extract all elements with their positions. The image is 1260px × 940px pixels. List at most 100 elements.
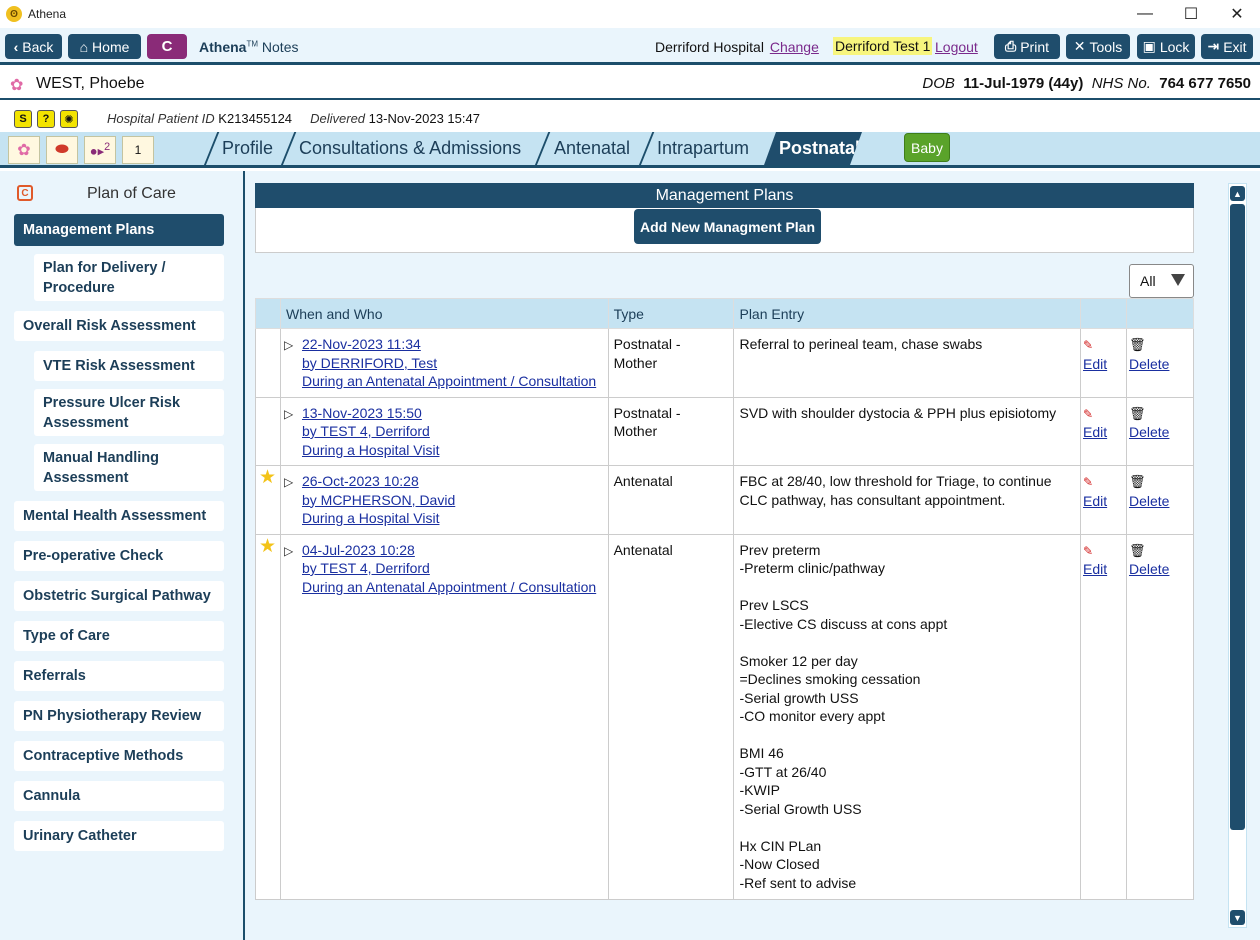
expand-triangle-icon[interactable]: ▷ — [284, 473, 293, 492]
tools-label: Tools — [1089, 38, 1123, 55]
plan-context-link[interactable]: During an Antenatal Appointment / Consul… — [302, 373, 596, 389]
plan-author-link[interactable]: by TEST 4, Derriford — [302, 560, 430, 576]
close-window-button[interactable]: ✕ — [1214, 0, 1260, 28]
edit-link[interactable]: Edit — [1083, 356, 1107, 372]
settings-badge-icon[interactable]: ✺ — [60, 110, 78, 128]
patient-ids: Hospital Patient ID K213455124 Delivered… — [107, 111, 480, 126]
filter-value: All — [1140, 273, 1156, 289]
delete-link[interactable]: Delete — [1129, 356, 1169, 372]
edit-column-header — [1080, 298, 1127, 329]
star-cell: ★ — [255, 533, 281, 900]
plan-date-link[interactable]: 04-Jul-2023 10:28 — [302, 542, 415, 558]
tab-intrapartum[interactable]: Intrapartum — [657, 132, 749, 165]
delete-cell: 🗑 Delete — [1125, 533, 1195, 900]
change-hospital-link[interactable]: Change — [770, 39, 819, 55]
pencil-icon: ✎ — [1083, 338, 1094, 352]
lock-label: Lock — [1159, 38, 1190, 55]
sidebar-item-mental-health[interactable]: Mental Health Assessment — [14, 501, 224, 531]
baby-button[interactable]: Baby — [904, 133, 950, 162]
plan-date-link[interactable]: 22-Nov-2023 11:34 — [302, 336, 421, 352]
patient-dob-nhs: DOB 11-Jul-1979 (44y) NHS No. 764 677 76… — [922, 75, 1251, 92]
tab-separator — [533, 132, 551, 168]
delete-link[interactable]: Delete — [1129, 493, 1169, 509]
sidebar-item-referrals[interactable]: Referrals — [14, 661, 224, 691]
delete-cell: 🗑 Delete — [1125, 465, 1195, 535]
lock-button[interactable]: ▣ Lock — [1137, 34, 1195, 59]
trash-icon: 🗑 — [1128, 337, 1146, 352]
tab-consultations-admissions[interactable]: Consultations & Admissions — [299, 132, 521, 165]
sidebar-item-pn-physiotherapy[interactable]: PN Physiotherapy Review — [14, 701, 224, 731]
edit-link[interactable]: Edit — [1083, 424, 1107, 440]
plan-filter-select[interactable]: All — [1129, 264, 1194, 298]
sidebar-item-pressure-ulcer[interactable]: Pressure Ulcer Risk Assessment — [34, 389, 224, 436]
home-button[interactable]: ⌂ Home — [68, 34, 141, 59]
plan-context-link[interactable]: During an Antenatal Appointment / Consul… — [302, 579, 596, 595]
medication-capsule-icon[interactable]: ⬬ — [46, 136, 78, 164]
expand-triangle-icon[interactable]: ▷ — [284, 405, 293, 424]
back-label: Back — [22, 38, 54, 55]
add-management-plan-button[interactable]: Add New Managment Plan — [634, 209, 821, 244]
logout-link[interactable]: Logout — [935, 39, 978, 55]
exit-button[interactable]: ⇥ Exit — [1201, 34, 1253, 59]
alert-s-icon[interactable]: S — [14, 110, 32, 128]
print-button[interactable]: ⎙ Print — [994, 34, 1060, 59]
edit-link[interactable]: Edit — [1083, 561, 1107, 577]
star-icon[interactable]: ★ — [259, 467, 276, 488]
sidebar-item-manual-handling[interactable]: Manual Handling Assessment — [34, 444, 224, 491]
scroll-down-icon[interactable]: ▼ — [1230, 910, 1245, 925]
hospital-info: Derriford Hospital Change — [655, 39, 819, 55]
edit-link[interactable]: Edit — [1083, 493, 1107, 509]
window-title: Athena — [28, 7, 67, 21]
window-titlebar: ʘ Athena — ☐ ✕ — [0, 0, 1260, 28]
expand-triangle-icon[interactable]: ▷ — [284, 336, 293, 355]
patient-name: WEST, Phoebe — [36, 75, 145, 92]
back-button[interactable]: ‹ Back — [5, 34, 62, 59]
sidebar-item-pre-operative[interactable]: Pre-operative Check — [14, 541, 224, 571]
delete-link[interactable]: Delete — [1129, 424, 1169, 440]
sidebar-item-plan-for-delivery[interactable]: Plan for Delivery / Procedure — [34, 254, 224, 301]
note-counter-icon[interactable]: 1 — [122, 136, 154, 164]
plan-author-link[interactable]: by MCPHERSON, David — [302, 492, 455, 508]
people-counter-icon[interactable]: ●▸2 — [84, 136, 116, 164]
expand-triangle-icon[interactable]: ▷ — [284, 542, 293, 561]
type-cell: Antenatal — [607, 533, 735, 900]
sidebar-item-vte-risk[interactable]: VTE Risk Assessment — [34, 351, 224, 381]
minimize-button[interactable]: — — [1122, 0, 1168, 28]
sidebar-item-type-of-care[interactable]: Type of Care — [14, 621, 224, 651]
plan-author-link[interactable]: by DERRIFORD, Test — [302, 355, 437, 371]
plan-author-link[interactable]: by TEST 4, Derriford — [302, 423, 430, 439]
plan-context-link[interactable]: During a Hospital Visit — [302, 510, 439, 526]
c-button[interactable]: C — [147, 34, 187, 59]
delete-link[interactable]: Delete — [1129, 561, 1169, 577]
tab-separator — [202, 132, 220, 168]
tab-antenatal[interactable]: Antenatal — [554, 132, 630, 165]
sidebar-item-management-plans[interactable]: Management Plans — [14, 214, 224, 246]
vertical-scrollbar[interactable]: ▲ ▼ — [1228, 183, 1247, 928]
when-who-cell: ▷ 22-Nov-2023 11:34 by DERRIFORD, Test Duri… — [279, 328, 609, 398]
sidebar-item-urinary-catheter[interactable]: Urinary Catheter — [14, 821, 224, 851]
sidebar-item-overall-risk[interactable]: Overall Risk Assessment — [14, 311, 224, 341]
app-logo-icon: ʘ — [6, 6, 22, 22]
maximize-button[interactable]: ☐ — [1168, 0, 1214, 28]
flower-tab-icon[interactable]: ✿ — [8, 136, 40, 164]
app-brand: AthenaTM Notes — [199, 39, 298, 55]
pencil-icon: ✎ — [1083, 475, 1094, 489]
tab-postnatal[interactable]: Postnatal — [764, 132, 862, 165]
delivered-value: 13-Nov-2023 15:47 — [368, 111, 480, 126]
plan-context-link[interactable]: During a Hospital Visit — [302, 442, 439, 458]
sidebar-item-obstetric-surgical[interactable]: Obstetric Surgical Pathway — [14, 581, 224, 611]
tools-button[interactable]: ✕ Tools — [1066, 34, 1130, 59]
scroll-thumb[interactable] — [1230, 204, 1245, 830]
plan-entry-cell: FBC at 28/40, low threshold for Triage, … — [733, 465, 1082, 535]
star-column-header — [255, 298, 281, 329]
top-toolbar: ‹ Back ⌂ Home C AthenaTM Notes Derriford… — [0, 28, 1260, 65]
plan-date-link[interactable]: 13-Nov-2023 15:50 — [302, 405, 422, 421]
printer-icon: ⎙ — [1005, 38, 1017, 54]
sidebar-item-cannula[interactable]: Cannula — [14, 781, 224, 811]
sidebar-item-contraceptive[interactable]: Contraceptive Methods — [14, 741, 224, 771]
star-icon[interactable]: ★ — [259, 536, 276, 557]
tab-profile[interactable]: Profile — [222, 132, 273, 165]
scroll-up-icon[interactable]: ▲ — [1230, 186, 1245, 201]
plan-date-link[interactable]: 26-Oct-2023 10:28 — [302, 473, 419, 489]
help-icon[interactable]: ? — [37, 110, 55, 128]
